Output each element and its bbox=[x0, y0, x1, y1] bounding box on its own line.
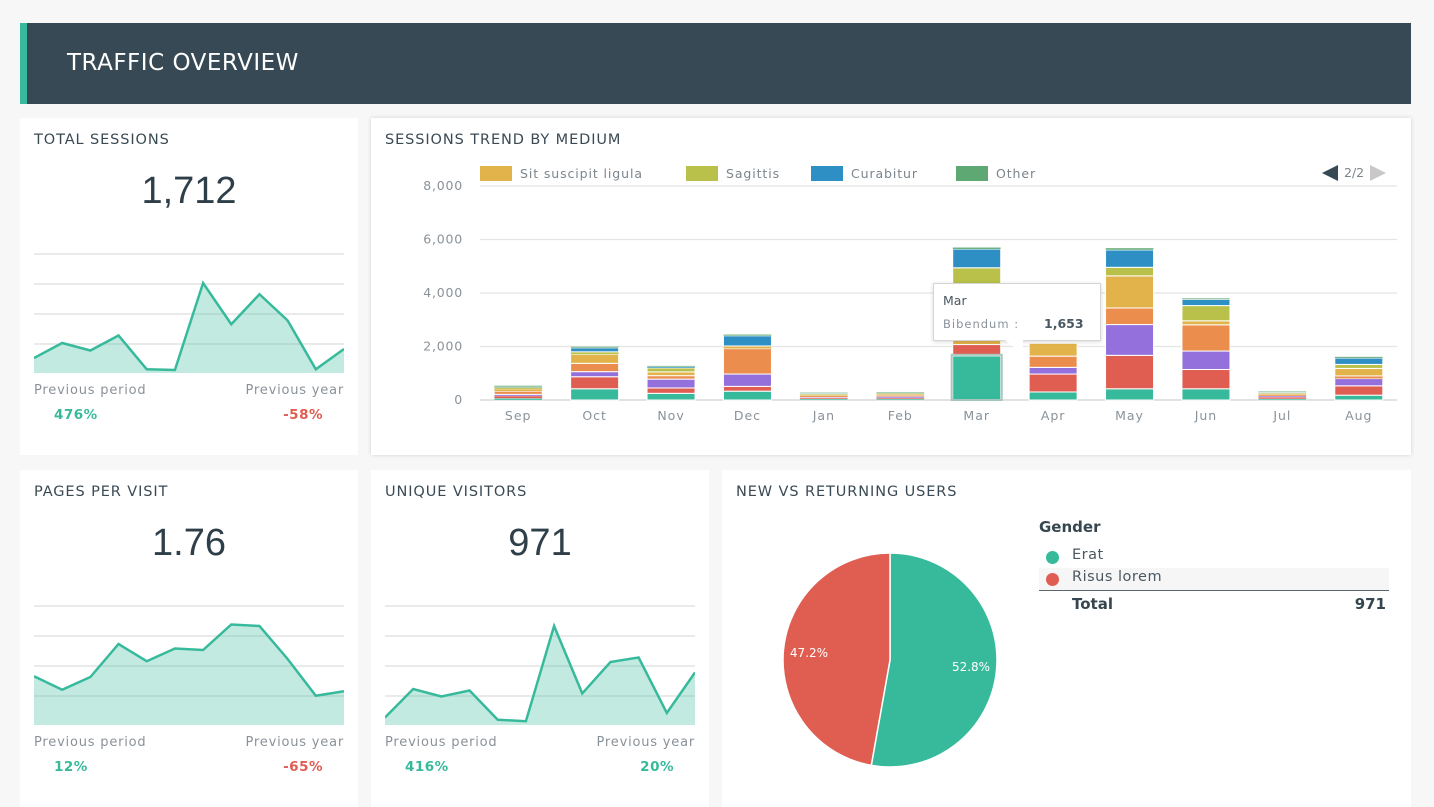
legend-item-sagittis[interactable]: Sagittis bbox=[686, 166, 780, 181]
previous-year-label: Previous year bbox=[245, 383, 344, 398]
total-label: Total bbox=[1072, 595, 1113, 613]
legend-label: Other bbox=[996, 166, 1036, 181]
new-vs-returning-title: NEW VS RETURNING USERS bbox=[736, 484, 958, 500]
pie-slice-label: 52.8% bbox=[952, 660, 990, 674]
tooltip-pointer bbox=[1005, 340, 1023, 355]
tooltip-series: Bibendum : bbox=[943, 317, 1020, 331]
kpi-sparkline bbox=[34, 605, 344, 725]
pie-legend-item-risus-lorem[interactable]: Risus lorem bbox=[1039, 568, 1389, 590]
pie-legend-label: Risus lorem bbox=[1072, 569, 1163, 585]
legend-swatch bbox=[956, 166, 988, 181]
sparkline-area bbox=[34, 624, 344, 725]
new-vs-returning-pie: 52.8% 47.2% bbox=[782, 552, 998, 768]
kpi-sparkline bbox=[385, 605, 695, 725]
dashboard-title: TRAFFIC OVERVIEW bbox=[67, 50, 299, 76]
previous-year-value: -58% bbox=[283, 407, 323, 423]
previous-period-value: 476% bbox=[54, 407, 98, 423]
previous-year-label: Previous year bbox=[596, 735, 695, 750]
total-sessions-card: TOTAL SESSIONS 1,712 Previous period Pre… bbox=[20, 118, 358, 455]
kpi-value: 971 bbox=[508, 522, 572, 564]
total-value: 971 bbox=[1354, 595, 1386, 613]
pages-per-visit-card: PAGES PER VISIT 1.76 Previous period Pre… bbox=[20, 470, 358, 807]
pie-legend-item-erat[interactable]: Erat bbox=[1039, 546, 1389, 568]
kpi-value: 1,712 bbox=[141, 170, 237, 212]
previous-year-label: Previous year bbox=[245, 735, 344, 750]
chart-tooltip: Mar Bibendum : 1,653 bbox=[933, 283, 1101, 341]
dashboard-header: TRAFFIC OVERVIEW bbox=[20, 23, 1411, 104]
legend-label: Sagittis bbox=[726, 166, 780, 181]
previous-period-label: Previous period bbox=[34, 735, 147, 750]
kpi-title: PAGES PER VISIT bbox=[34, 484, 169, 500]
previous-period-label: Previous period bbox=[34, 383, 147, 398]
sessions-trend-title: SESSIONS TREND BY MEDIUM bbox=[385, 132, 622, 148]
legend-item-sit-suscipit-ligula[interactable]: Sit suscipit ligula bbox=[480, 166, 643, 181]
previous-year-value: -65% bbox=[283, 759, 323, 775]
legend-pager: 2/2 bbox=[1322, 164, 1387, 181]
next-page-arrow-icon[interactable] bbox=[1370, 164, 1387, 181]
previous-period-value: 12% bbox=[54, 759, 88, 775]
tooltip-title: Mar bbox=[943, 293, 967, 308]
unique-visitors-card: UNIQUE VISITORS 971 Previous period Prev… bbox=[371, 470, 709, 807]
previous-year-value: 20% bbox=[640, 759, 674, 775]
prev-page-arrow-icon[interactable] bbox=[1322, 164, 1338, 181]
legend-label: Sit suscipit ligula bbox=[520, 166, 643, 181]
legend-dot-icon bbox=[1046, 573, 1059, 586]
kpi-value: 1.76 bbox=[152, 522, 226, 564]
legend-item-curabitur[interactable]: Curabitur bbox=[811, 166, 918, 181]
pie-legend-total-row: Total 971 bbox=[1039, 590, 1389, 614]
tooltip-value: 1,653 bbox=[1044, 316, 1084, 331]
legend-swatch bbox=[686, 166, 718, 181]
pie-legend-title: Gender bbox=[1039, 518, 1101, 536]
previous-period-value: 416% bbox=[405, 759, 449, 775]
legend-dot-icon bbox=[1046, 551, 1059, 564]
pie-slice-label: 47.2% bbox=[790, 646, 828, 660]
legend-swatch bbox=[480, 166, 512, 181]
kpi-title: UNIQUE VISITORS bbox=[385, 484, 528, 500]
pie-legend-label: Erat bbox=[1072, 547, 1104, 563]
legend-item-other[interactable]: Other bbox=[956, 166, 1036, 181]
kpi-sparkline bbox=[34, 253, 344, 373]
previous-period-label: Previous period bbox=[385, 735, 498, 750]
kpi-title: TOTAL SESSIONS bbox=[34, 132, 170, 148]
pager-text: 2/2 bbox=[1344, 165, 1365, 180]
legend-swatch bbox=[811, 166, 843, 181]
legend-label: Curabitur bbox=[851, 166, 918, 181]
